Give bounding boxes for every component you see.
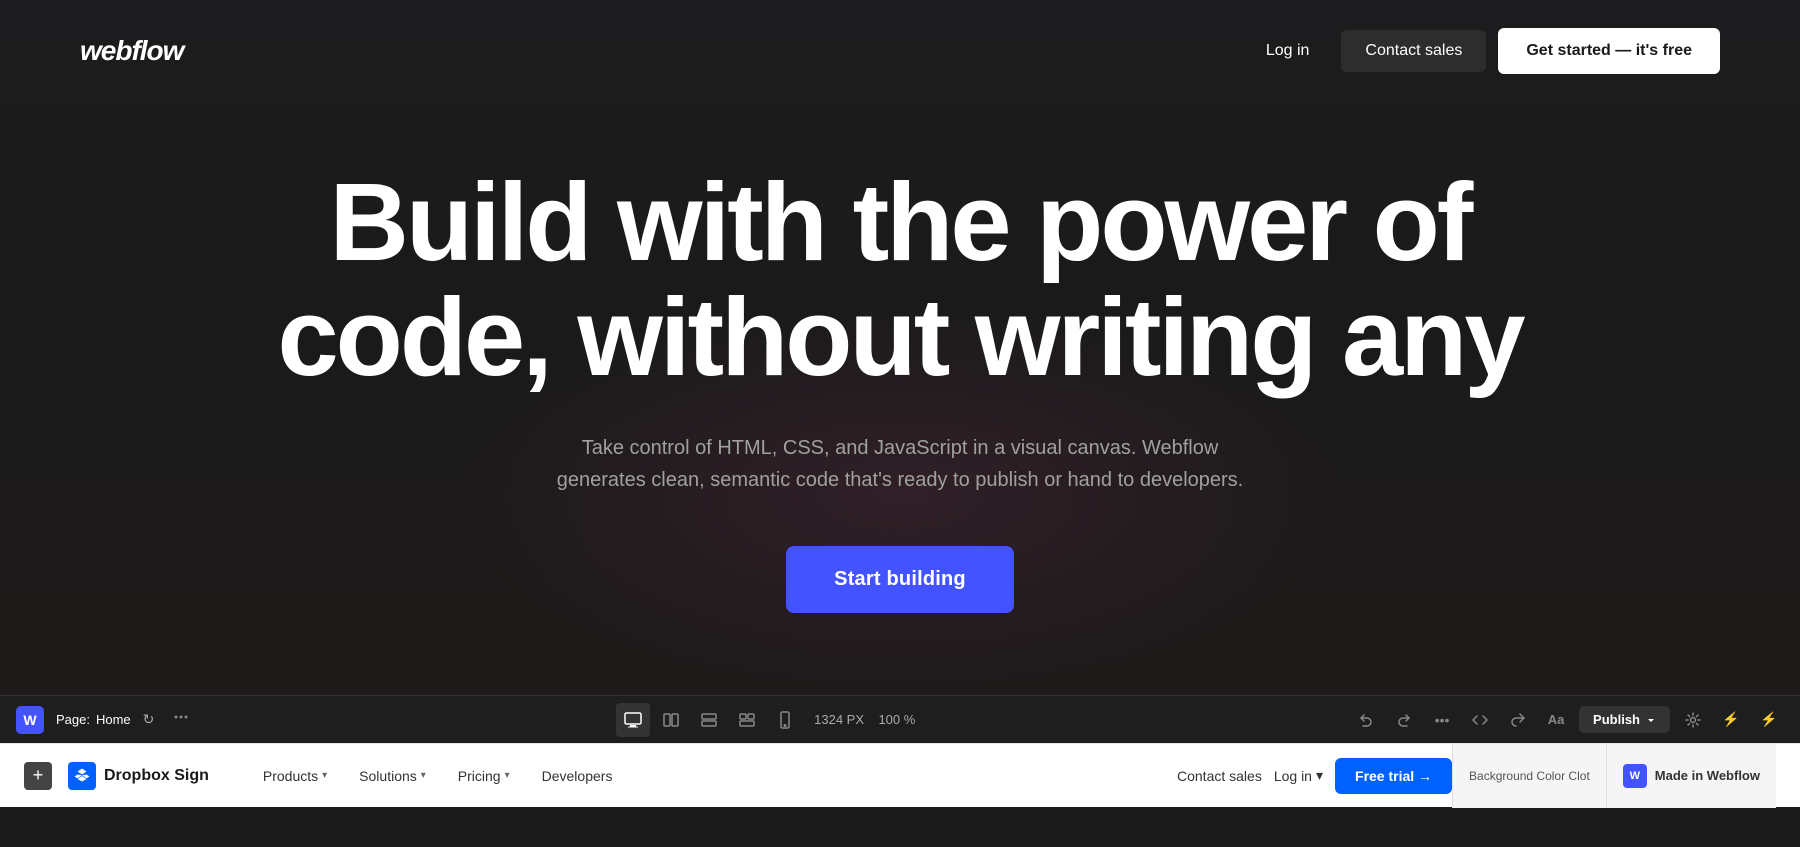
publish-button[interactable]: Publish <box>1579 706 1670 733</box>
layout-view-1-button[interactable] <box>654 703 688 737</box>
contact-sales-button[interactable]: Contact sales <box>1341 30 1486 72</box>
toolbar-page-info: Page: Home <box>56 712 131 727</box>
products-chevron-icon: ▾ <box>322 770 327 781</box>
background-color-clot-label: Background Color Clot <box>1452 744 1606 808</box>
desktop-view-button[interactable] <box>616 703 650 737</box>
hero-subtitle: Take control of HTML, CSS, and JavaScrip… <box>550 432 1250 496</box>
mobile-view-button[interactable] <box>768 703 802 737</box>
pricing-chevron-icon: ▾ <box>505 770 510 781</box>
preview-nav-items: Products ▾ Solutions ▾ Pricing ▾ Develop… <box>249 760 1177 792</box>
preview-nav: + Dropbox Sign Products ▾ Solutions ▾ Pr… <box>0 743 1800 807</box>
toolbar-webflow-logo[interactable]: W <box>16 706 44 734</box>
nav-item-developers[interactable]: Developers <box>528 760 627 792</box>
nav-right: Log in Contact sales Get started — it's … <box>1246 28 1720 74</box>
start-building-button[interactable]: Start building <box>786 546 1014 613</box>
preview-free-trial-button[interactable]: Free trial → <box>1335 758 1452 794</box>
code-icon[interactable] <box>1465 705 1495 735</box>
nav-item-solutions[interactable]: Solutions ▾ <box>345 760 440 792</box>
made-in-webflow-badge[interactable]: W Made in Webflow <box>1606 744 1776 808</box>
bottom-section: W Page: Home ↻ <box>0 695 1800 799</box>
toolbar-more-options[interactable] <box>174 710 188 729</box>
lightning-icon-2[interactable]: ⚡ <box>1754 705 1784 735</box>
nav-item-pricing[interactable]: Pricing ▾ <box>444 760 524 792</box>
webflow-badge-icon: W <box>1623 764 1647 788</box>
preview-contact-sales[interactable]: Contact sales <box>1177 768 1262 784</box>
add-element-button[interactable]: + <box>24 762 52 790</box>
layout-view-3-button[interactable] <box>730 703 764 737</box>
share-icon[interactable] <box>1503 705 1533 735</box>
dropbox-sign-text: Dropbox Sign <box>104 767 209 785</box>
text-style-icon[interactable]: Aa <box>1541 705 1571 735</box>
lightning-icon-1[interactable]: ⚡ <box>1716 705 1746 735</box>
redo-button[interactable] <box>1389 705 1419 735</box>
undo-button[interactable] <box>1351 705 1381 735</box>
solutions-chevron-icon: ▾ <box>421 770 426 781</box>
hero-title: Build with the power of code, without wr… <box>250 165 1550 396</box>
settings-icon[interactable] <box>1678 705 1708 735</box>
dropbox-icon <box>68 762 96 790</box>
get-started-button[interactable]: Get started — it's free <box>1498 28 1720 74</box>
nav-item-products[interactable]: Products ▾ <box>249 760 341 792</box>
preview-login[interactable]: Log in ▾ <box>1274 767 1323 784</box>
dropbox-sign-logo: Dropbox Sign <box>68 762 209 790</box>
designer-toolbar: W Page: Home ↻ <box>0 695 1800 743</box>
toolbar-right-controls: ••• Aa Publish <box>1351 705 1784 735</box>
layout-view-2-button[interactable] <box>692 703 726 737</box>
login-chevron-icon: ▾ <box>1316 767 1323 784</box>
preview-nav-right: Contact sales Log in ▾ Free trial → <box>1177 758 1452 794</box>
hero-section: webflow Log in Contact sales Get started… <box>0 0 1800 695</box>
toolbar-viewport-controls: 1324 PX 100 % <box>616 703 923 737</box>
webflow-logo: webflow <box>80 35 183 67</box>
canvas-dimension: 1324 PX 100 % <box>806 712 923 727</box>
login-button[interactable]: Log in <box>1246 30 1330 72</box>
refresh-icon[interactable]: ↻ <box>143 711 155 728</box>
hero-content: Build with the power of code, without wr… <box>150 82 1650 695</box>
more-options-icon[interactable]: ••• <box>1427 705 1457 735</box>
